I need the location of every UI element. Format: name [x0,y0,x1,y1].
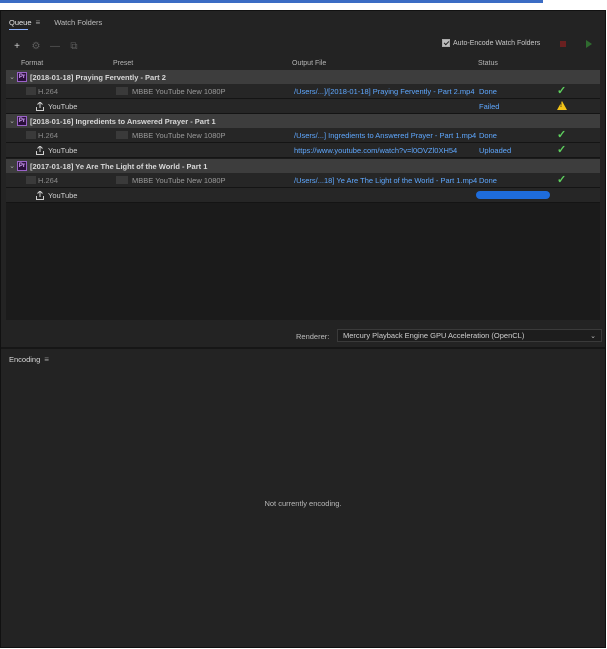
queue-group[interactable]: ⌄ Pr [2017-01-18] Ye Are The Light of th… [6,159,600,173]
status-text: Uploaded [479,146,512,155]
status-text: Done [479,176,497,185]
tab-encoding[interactable]: Encoding ≡ [9,348,49,370]
preset-value[interactable]: MBBE YouTube New 1080P [132,131,226,140]
renderer-bar: Renderer: Mercury Playback Engine GPU Ac… [1,329,605,343]
add-source-button[interactable]: + [9,39,25,53]
output-file-link[interactable]: /Users/...]/[2018-01-18] Praying Fervent… [294,87,475,96]
output-file-link[interactable]: /Users/...18] Ye Are The Light of the Wo… [294,176,477,185]
encode-row[interactable]: H.264 MBBE YouTube New 1080P /Users/...]… [6,84,600,99]
format-dropdown[interactable] [26,176,36,184]
settings-icon: ⚙ [31,40,41,52]
format-value[interactable]: H.264 [38,176,58,185]
queue-panel-tabs: Queue ≡ Watch Folders [1,11,605,33]
upload-progress-bar [476,191,550,199]
chevron-down-icon[interactable]: ⌄ [7,162,17,170]
queue-column-headers: Format Preset Output File Status [1,58,605,70]
plus-icon: + [14,40,20,52]
format-value[interactable]: H.264 [38,87,58,96]
publish-row[interactable]: YouTube [6,188,600,203]
column-preset[interactable]: Preset [113,60,133,67]
media-encoder-window: Queue ≡ Watch Folders + ⚙ — ⧉ Auto-Encod… [0,10,606,648]
checkmark-icon: ✓ [557,129,567,141]
publish-destination[interactable]: YouTube [48,191,77,200]
preset-settings-button[interactable]: ⚙ [28,39,44,53]
encode-row[interactable]: H.264 MBBE YouTube New 1080P /Users/...1… [6,173,600,188]
tab-watch-folders-label: Watch Folders [54,17,103,27]
column-status[interactable]: Status [478,60,498,67]
status-text: Failed [479,102,500,111]
panel-menu-icon[interactable]: ≡ [44,355,49,364]
output-file-link[interactable]: /Users/...] Ingredients to Answered Pray… [294,131,476,140]
encoding-empty-message: Not currently encoding. [264,499,342,508]
premiere-icon: Pr [17,116,27,126]
renderer-label: Renderer: [296,332,330,341]
publish-row[interactable]: YouTube https://www.youtube.com/watch?v=… [6,143,600,158]
upload-icon [36,101,44,111]
queue-group-title: [2017-01-18] Ye Are The Light of the Wor… [30,161,208,171]
renderer-value: Mercury Playback Engine GPU Acceleration… [343,331,525,340]
format-dropdown[interactable] [26,87,36,95]
checkmark-icon: ✓ [557,144,567,156]
top-strip [0,0,607,5]
format-dropdown[interactable] [26,131,36,139]
minus-icon: — [50,40,60,52]
premiere-icon: Pr [17,161,27,171]
queue-group-title: [2018-01-16] Ingredients to Answered Pra… [30,116,216,126]
auto-encode-label: Auto-Encode Watch Folders [453,39,541,47]
output-url-link[interactable]: https://www.youtube.com/watch?v=l0OVZl0X… [294,146,457,155]
warning-icon-mark: ! [560,103,562,109]
status-text: Done [479,87,497,96]
preset-value[interactable]: MBBE YouTube New 1080P [132,87,226,96]
queue-group-title: [2018-01-18] Praying Fervently - Part 2 [30,72,166,82]
publish-destination[interactable]: YouTube [48,102,77,111]
remove-button[interactable]: — [47,39,63,53]
auto-encode-toggle[interactable]: Auto-Encode Watch Folders [442,39,540,47]
queue-toolbar: + ⚙ — ⧉ Auto-Encode Watch Folders [1,38,605,54]
preset-dropdown[interactable] [116,131,128,139]
preset-value[interactable]: MBBE YouTube New 1080P [132,176,226,185]
queue-group[interactable]: ⌄ Pr [2018-01-16] Ingredients to Answere… [6,114,600,128]
duplicate-button[interactable]: ⧉ [66,39,82,53]
tab-encoding-label: Encoding [9,354,41,364]
checkmark-icon: ✓ [557,85,567,97]
chevron-down-icon: ⌄ [590,333,596,340]
renderer-select[interactable]: Mercury Playback Engine GPU Acceleration… [337,329,602,342]
preset-dropdown[interactable] [116,176,128,184]
top-accent-bar [0,0,543,3]
upload-icon [36,190,44,200]
tab-watch-folders[interactable]: Watch Folders [54,11,102,33]
chevron-down-icon[interactable]: ⌄ [7,73,17,81]
encoding-panel-tabs: Encoding ≡ [1,349,605,369]
start-queue-button[interactable] [586,40,592,48]
publish-row[interactable]: YouTube Failed ! [6,99,600,114]
publish-destination[interactable]: YouTube [48,146,77,155]
tab-queue[interactable]: Queue ≡ [9,11,40,33]
panel-menu-icon[interactable]: ≡ [36,18,41,27]
duplicate-icon: ⧉ [70,40,78,52]
chevron-down-icon[interactable]: ⌄ [7,117,17,125]
encode-row[interactable]: H.264 MBBE YouTube New 1080P /Users/...]… [6,128,600,143]
preset-dropdown[interactable] [116,87,128,95]
premiere-icon: Pr [17,72,27,82]
stop-queue-button[interactable] [560,41,566,47]
upload-icon [36,145,44,155]
status-text: Done [479,131,497,140]
column-output-file[interactable]: Output File [292,60,326,67]
column-format[interactable]: Format [21,60,43,67]
tab-queue-label: Queue [9,17,32,27]
format-value[interactable]: H.264 [38,131,58,140]
warning-icon [557,101,567,110]
queue-list: ⌄ Pr [2018-01-18] Praying Fervently - Pa… [6,70,600,320]
queue-group[interactable]: ⌄ Pr [2018-01-18] Praying Fervently - Pa… [6,70,600,84]
checkmark-icon: ✓ [557,174,567,186]
auto-encode-checkbox[interactable] [442,39,450,47]
